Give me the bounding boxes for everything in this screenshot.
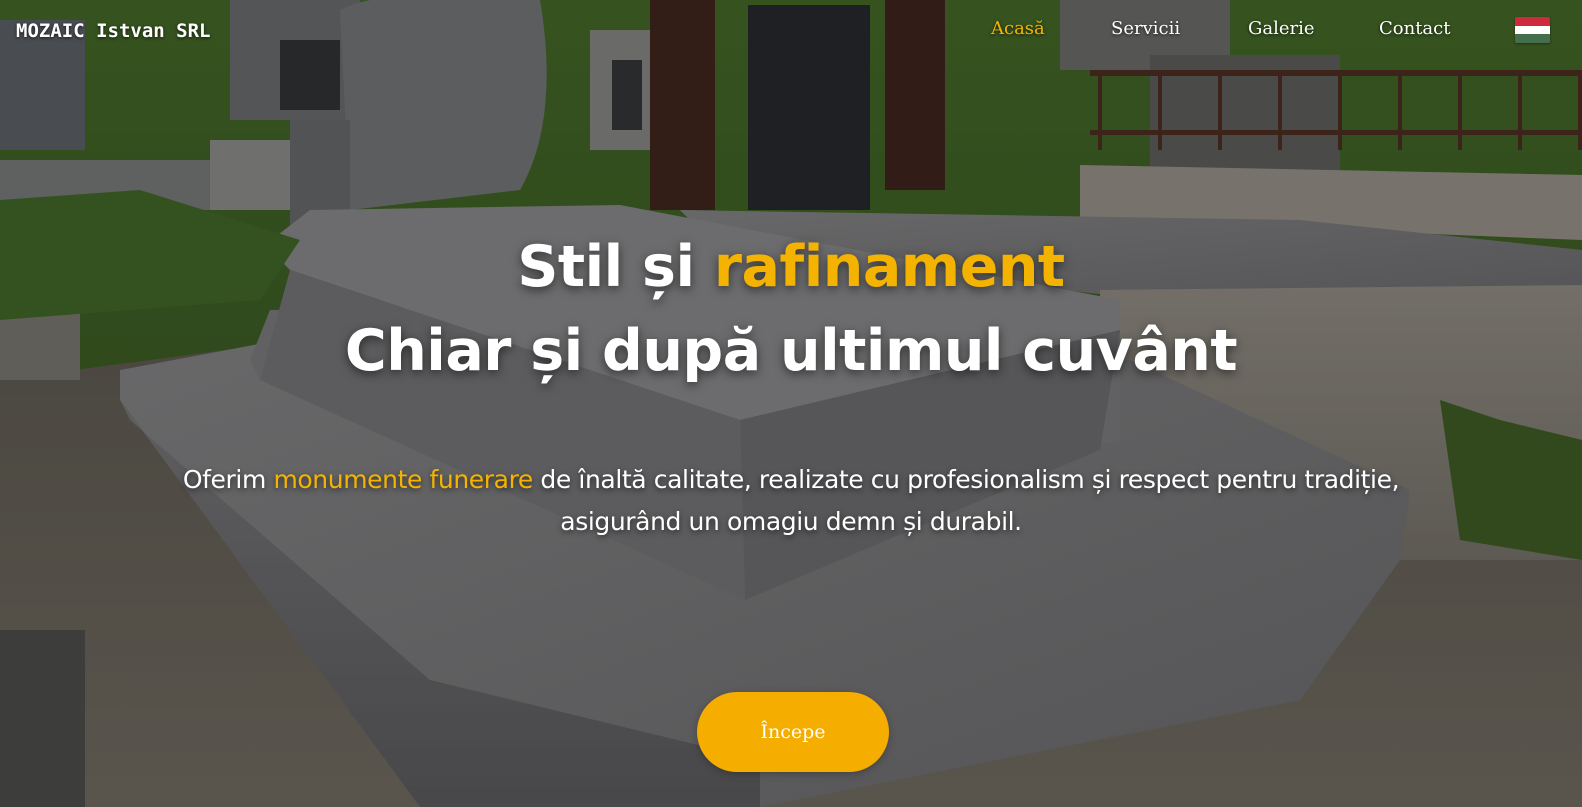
nav-link-galerie[interactable]: Galerie (1248, 18, 1315, 39)
nav-link-acasa[interactable]: Acasă (991, 18, 1045, 39)
hungarian-flag-icon[interactable] (1515, 17, 1550, 43)
hero-dark-overlay (0, 0, 1582, 807)
top-navbar: MOZAIC Istvan SRL Acasă Servicii Galerie… (0, 0, 1582, 60)
lead-text-end: de înaltă calitate, realizate cu profesi… (532, 465, 1400, 536)
nav-link-servicii[interactable]: Servicii (1111, 18, 1180, 39)
hero-headline: Stil și rafinament Chiar și după ultimul… (0, 225, 1582, 393)
headline-line2-text: Chiar și după ultimul cuvânt (344, 318, 1238, 384)
lead-accent-link: monumente funerare (273, 465, 533, 494)
headline-accent-word: rafinament (713, 234, 1065, 300)
flag-stripe-red (1515, 17, 1550, 26)
lead-text-start: Oferim (182, 465, 274, 494)
start-button[interactable]: Începe (697, 692, 889, 772)
hero-description: Oferim monumente funerare de înaltă cali… (140, 459, 1442, 543)
hero-section (0, 0, 1582, 807)
brand-logo[interactable]: MOZAIC Istvan SRL (16, 20, 210, 42)
headline-line1-text: Stil și (517, 234, 714, 300)
flag-stripe-white (1515, 25, 1550, 35)
nav-link-contact[interactable]: Contact (1379, 18, 1450, 39)
flag-stripe-green (1515, 34, 1550, 43)
